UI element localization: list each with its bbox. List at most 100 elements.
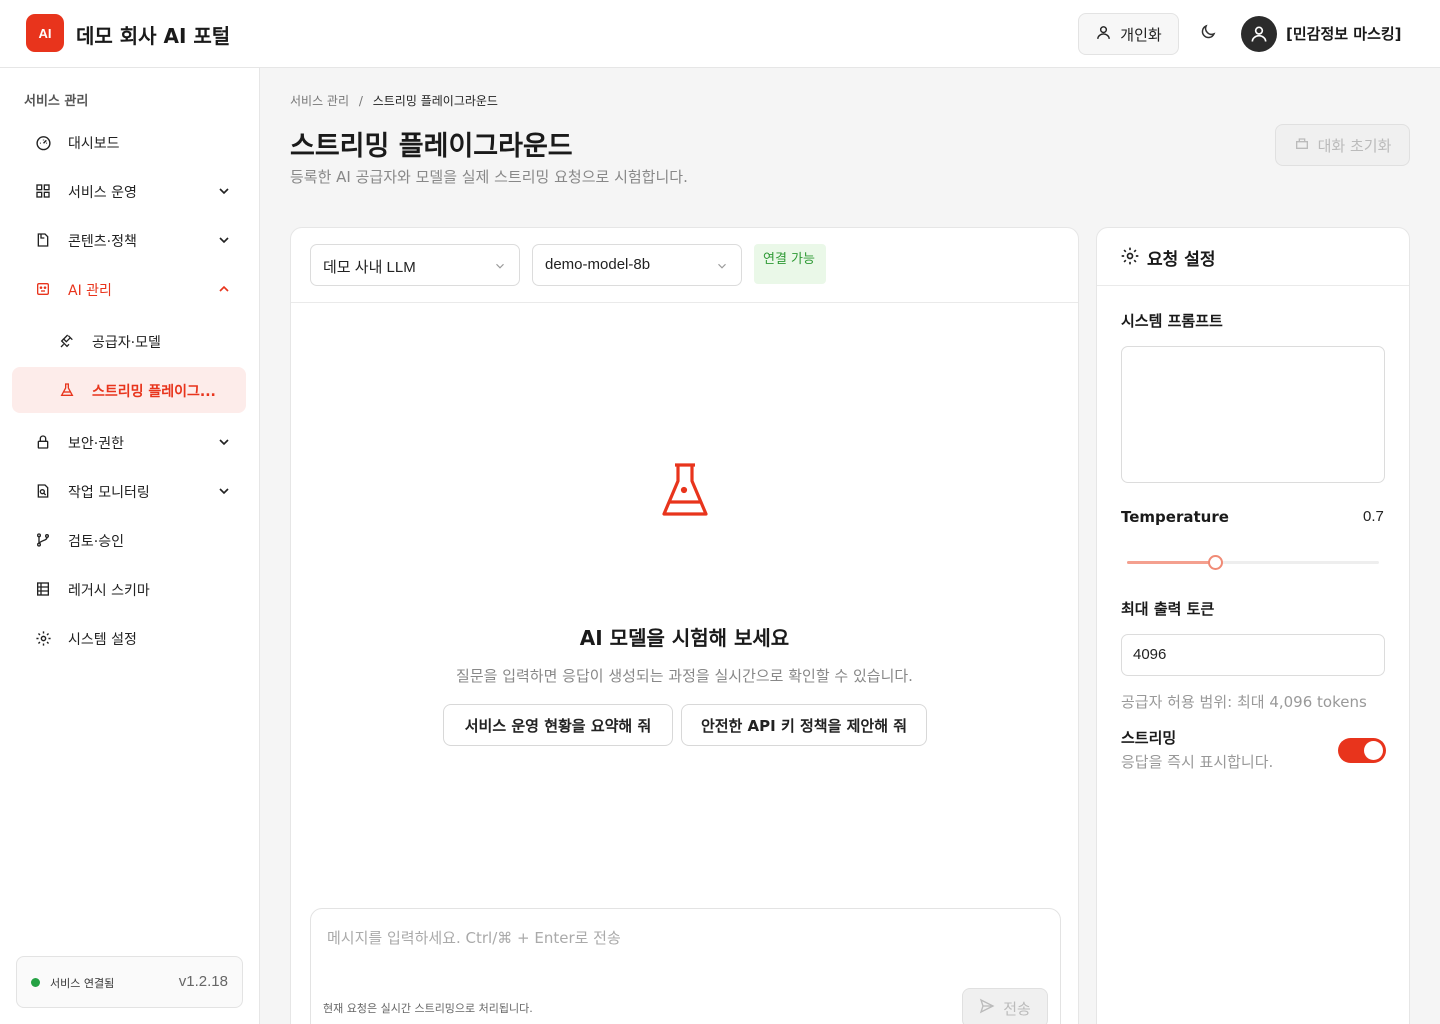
- sidebar-item-label: 서비스 운영: [68, 185, 137, 201]
- sidebar: 서비스 관리 대시보드 서비스 운영 콘텐츠·정책 AI 관리 공급자·모델 스…: [0, 68, 260, 1024]
- sidebar-item-dashboard[interactable]: 대시보드: [12, 122, 248, 162]
- page-title: 스트리밍 플레이그라운드: [290, 131, 573, 162]
- suggestion-chip[interactable]: 안전한 API 키 정책을 제안해 줘: [681, 704, 927, 746]
- page-description: 등록한 AI 공급자와 모델을 실제 스트리밍 요청으로 시험합니다.: [290, 168, 688, 186]
- model-select[interactable]: demo-model-8b: [532, 244, 742, 286]
- connection-status-badge: 연결 가능: [754, 244, 826, 284]
- sidebar-item-label: 시스템 설정: [68, 632, 137, 648]
- sidebar-subitem-label: 스트리밍 플레이그...: [92, 384, 216, 400]
- empty-state-description: 질문을 입력하면 응답이 생성되는 과정을 실시간으로 확인할 수 있습니다.: [456, 667, 913, 685]
- empty-state-title: AI 모델을 시험해 보세요: [579, 626, 790, 650]
- max-tokens-value: 4096: [1133, 646, 1167, 663]
- app-title[interactable]: 데모 회사 AI 포털: [76, 20, 230, 49]
- sidebar-item-security[interactable]: 보안·권한: [12, 422, 248, 462]
- sidebar-item-label: 대시보드: [68, 136, 120, 152]
- sidebar-section-title: 서비스 관리: [24, 94, 89, 109]
- user-icon: [1251, 26, 1267, 42]
- model-select-value: demo-model-8b: [545, 256, 651, 273]
- gear-icon: [1121, 247, 1139, 265]
- sidebar-item-job-monitoring[interactable]: 작업 모니터링: [12, 471, 248, 511]
- message-input[interactable]: 메시지를 입력하세요. Ctrl/⌘ + Enter로 전송: [327, 927, 621, 948]
- user-outline-icon: [1095, 24, 1112, 45]
- chevron-down-icon: [219, 237, 229, 244]
- plug-icon: [58, 332, 76, 350]
- branch-icon: [34, 531, 52, 549]
- temperature-value: 0.7: [1363, 508, 1384, 525]
- breadcrumb-separator: /: [358, 94, 363, 108]
- chevron-down-icon: [219, 439, 229, 446]
- personalize-label: 개인화: [1120, 25, 1162, 44]
- moon-icon: [1199, 23, 1217, 45]
- chevron-down-icon: [219, 488, 229, 495]
- settings-header: 요청 설정: [1097, 228, 1409, 286]
- chevron-down-icon: [219, 188, 229, 195]
- chevron-down-icon: [718, 263, 726, 269]
- provider-select-value: 데모 사내 LLM: [323, 259, 416, 276]
- send-label: 전송: [1003, 999, 1031, 1018]
- max-tokens-input[interactable]: 4096: [1121, 634, 1385, 676]
- temperature-slider[interactable]: [1127, 555, 1379, 570]
- sidebar-subitem-label: 공급자·모델: [92, 335, 161, 351]
- sidebar-item-review-approval[interactable]: 검토·승인: [12, 520, 248, 560]
- sidebar-item-label: 콘텐츠·정책: [68, 234, 137, 250]
- lock-icon: [34, 433, 52, 451]
- temperature-label: Temperature: [1121, 508, 1229, 526]
- status-dot: [31, 978, 40, 987]
- breadcrumb: 서비스 관리 / 스트리밍 플레이그라운드: [290, 92, 498, 109]
- grid-icon: [34, 182, 52, 200]
- suggestion-chip[interactable]: 서비스 운영 현황을 요약해 줘: [443, 704, 673, 746]
- sidebar-item-service-ops[interactable]: 서비스 운영: [12, 171, 248, 211]
- breadcrumb-parent[interactable]: 서비스 관리: [290, 94, 349, 108]
- chat-panel: 데모 사내 LLM demo-model-8b 연결 가능 AI 모델을 시험해…: [290, 227, 1079, 1024]
- request-settings-panel: 요청 설정 시스템 프롬프트 Temperature 0.7 최대 출력 토큰 …: [1096, 227, 1410, 1024]
- max-tokens-hint: 공급자 허용 범위: 최대 4,096 tokens: [1121, 693, 1367, 711]
- send-icon: [979, 998, 995, 1018]
- slider-thumb[interactable]: [1208, 555, 1223, 570]
- dashboard-icon: [34, 133, 52, 151]
- toggle-knob: [1364, 741, 1383, 760]
- sidebar-item-ai-management[interactable]: AI 관리: [12, 269, 248, 309]
- sidebar-subitem-streaming-playground[interactable]: 스트리밍 플레이그...: [12, 367, 246, 413]
- provider-select[interactable]: 데모 사내 LLM: [310, 244, 520, 286]
- composer-note: 현재 요청은 실시간 스트리밍으로 처리됩니다.: [323, 1002, 533, 1015]
- send-button[interactable]: 전송: [962, 988, 1048, 1024]
- system-prompt-label: 시스템 프롬프트: [1121, 312, 1223, 330]
- sidebar-item-label: 작업 모니터링: [68, 485, 150, 501]
- version-label: v1.2.18: [178, 973, 228, 990]
- chevron-down-icon: [496, 263, 504, 269]
- chevron-up-icon: [219, 285, 229, 292]
- streaming-label: 스트리밍: [1121, 729, 1177, 747]
- reset-conversation-button[interactable]: 대화 초기화: [1275, 124, 1410, 166]
- sidebar-item-system-settings[interactable]: 시스템 설정: [12, 618, 248, 658]
- dark-mode-toggle[interactable]: [1197, 23, 1219, 45]
- table-icon: [34, 580, 52, 598]
- max-tokens-label: 최대 출력 토큰: [1121, 600, 1215, 618]
- sidebar-item-label: 검토·승인: [68, 534, 124, 550]
- system-prompt-textarea[interactable]: [1121, 346, 1385, 483]
- message-composer[interactable]: 메시지를 입력하세요. Ctrl/⌘ + Enter로 전송 현재 요청은 실시…: [310, 908, 1061, 1024]
- streaming-toggle[interactable]: [1338, 738, 1386, 763]
- top-header: AI 데모 회사 AI 포털 개인화 [민감정보 마스킹]: [0, 0, 1440, 68]
- user-avatar[interactable]: [1241, 16, 1277, 52]
- flask-icon: [58, 381, 76, 399]
- robot-icon: [34, 280, 52, 298]
- user-name[interactable]: [민감정보 마스킹]: [1286, 23, 1402, 44]
- sidebar-item-legacy-schema[interactable]: 레거시 스키마: [12, 569, 248, 609]
- personalize-button[interactable]: 개인화: [1078, 13, 1179, 55]
- monitor-icon: [34, 482, 52, 500]
- chat-toolbar: 데모 사내 LLM demo-model-8b 연결 가능: [291, 228, 1078, 303]
- slider-fill: [1127, 561, 1215, 564]
- sidebar-item-content-policy[interactable]: 콘텐츠·정책: [12, 220, 248, 260]
- sidebar-item-label: 보안·권한: [68, 436, 124, 452]
- sidebar-item-label: AI 관리: [68, 283, 112, 299]
- reset-label: 대화 초기화: [1317, 136, 1392, 155]
- streaming-description: 응답을 즉시 표시합니다.: [1121, 753, 1274, 771]
- sidebar-subitem-providers[interactable]: 공급자·모델: [12, 318, 246, 364]
- app-logo[interactable]: AI: [26, 14, 64, 52]
- gear-icon: [34, 629, 52, 647]
- document-icon: [34, 231, 52, 249]
- status-text: 서비스 연결됨: [50, 977, 115, 990]
- service-status: 서비스 연결됨 v1.2.18: [16, 956, 243, 1008]
- flask-icon: [662, 463, 708, 516]
- sidebar-item-label: 레거시 스키마: [68, 583, 150, 599]
